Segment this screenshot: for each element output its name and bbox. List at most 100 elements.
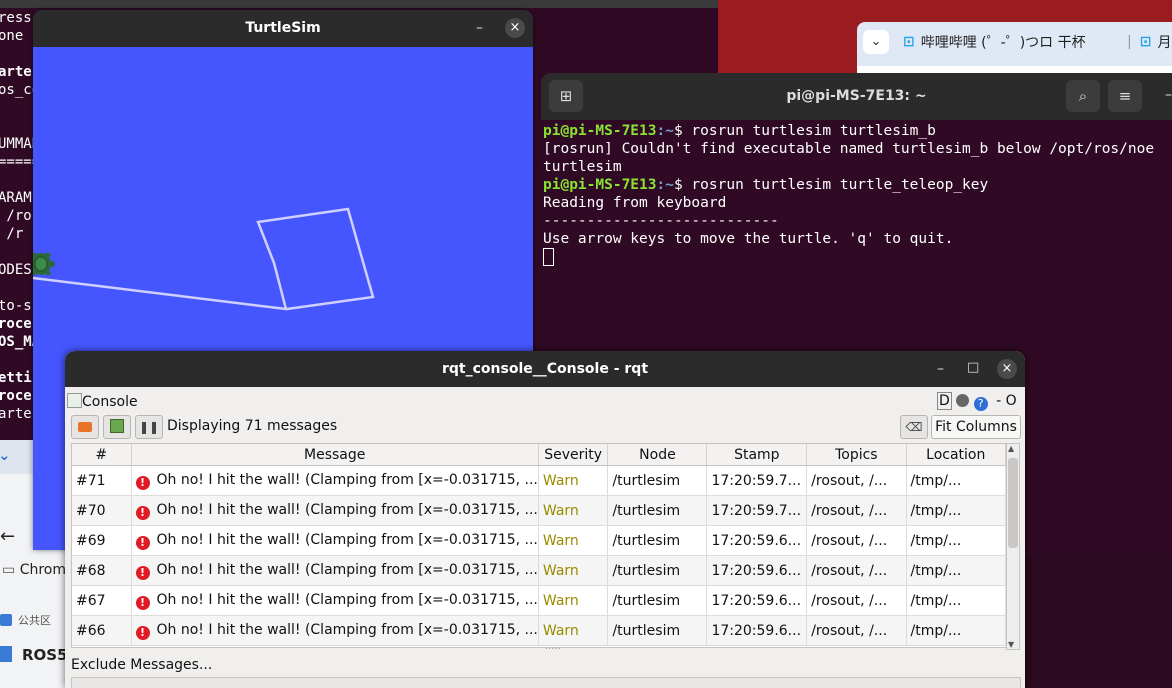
warning-icon: !: [135, 565, 150, 580]
chevron-down-icon[interactable]: ⌄: [863, 30, 889, 54]
cell-severity: Warn: [538, 495, 609, 526]
cell-message: ! Oh no! I hit the wall! (Clamping from […: [131, 585, 539, 616]
search-icon[interactable]: ⌕: [1066, 80, 1100, 112]
cell-severity: Warn: [538, 525, 609, 556]
chevron-down-icon[interactable]: ⌄: [0, 446, 11, 464]
bookmark-label: Chrom: [19, 562, 66, 578]
terminal-line: turtlesim: [543, 159, 622, 175]
cell-topics: /rosout, /...: [806, 555, 907, 586]
minimize-icon[interactable]: –: [476, 20, 483, 36]
terminal-line: Use arrow keys to move the turtle. 'q' t…: [543, 231, 954, 247]
prompt-text: pi@pi-MS-7E13: [543, 177, 657, 193]
cell-number: #66: [72, 615, 132, 646]
turtlesim-title: TurtleSim: [33, 10, 533, 47]
close-icon[interactable]: ×: [997, 359, 1017, 379]
warning-icon: !: [135, 625, 150, 640]
save-icon[interactable]: [103, 415, 131, 439]
cell-topics: /rosout, /...: [806, 525, 907, 556]
minimize-icon[interactable]: –: [937, 361, 944, 377]
table-row[interactable]: #66! Oh no! I hit the wall! (Clamping fro…: [72, 615, 1006, 646]
cell-stamp: 17:20:59.6...: [706, 615, 808, 646]
table-row[interactable]: #68! Oh no! I hit the wall! (Clamping fro…: [72, 555, 1006, 586]
blue-square-icon: [0, 614, 12, 626]
browser-tab-label: 月: [1157, 35, 1172, 51]
help-icon[interactable]: ?: [973, 397, 988, 411]
table-row[interactable]: #70! Oh no! I hit the wall! (Clamping fro…: [72, 495, 1006, 526]
column-header[interactable]: Severity: [538, 444, 609, 466]
cell-node: /turtlesim: [607, 465, 708, 496]
scrollbar-thumb[interactable]: [1008, 458, 1018, 548]
minimize-icon[interactable]: –: [1165, 87, 1172, 103]
cell-location: /tmp/...: [906, 615, 1006, 646]
bookmark-item[interactable]: ▭ Chrom: [2, 562, 66, 578]
cell-number: #67: [72, 585, 132, 616]
bilibili-icon: ⊡: [1139, 34, 1152, 50]
column-header[interactable]: #: [72, 444, 132, 466]
menu-icon[interactable]: ≡: [1108, 80, 1142, 112]
maximize-icon[interactable]: □: [967, 360, 979, 375]
table-row[interactable]: #69! Oh no! I hit the wall! (Clamping fro…: [72, 525, 1006, 556]
cell-number: #68: [72, 555, 132, 586]
scroll-down-icon[interactable]: ▼: [1008, 640, 1014, 649]
cell-severity: Warn: [538, 585, 609, 616]
scroll-up-icon[interactable]: ▲: [1008, 444, 1014, 453]
turtle-path: [33, 207, 375, 311]
exclude-messages-label: Exclude Messages...: [71, 657, 213, 673]
splitter-handle[interactable]: ·····: [545, 644, 561, 655]
fit-columns-button[interactable]: Fit Columns: [931, 415, 1021, 439]
close-icon[interactable]: ×: [505, 18, 525, 38]
column-header[interactable]: Message: [131, 444, 539, 466]
terminal-line: /r: [0, 226, 24, 242]
clear-icon[interactable]: ⌫: [900, 415, 928, 439]
prompt-text: pi@pi-MS-7E13: [543, 123, 657, 139]
warning-icon: !: [135, 475, 150, 490]
cell-location: /tmp/...: [906, 465, 1006, 496]
cell-stamp: 17:20:59.6...: [706, 555, 808, 586]
cell-stamp: 17:20:59.7...: [706, 465, 808, 496]
cell-stamp: 17:20:59.7...: [706, 495, 808, 526]
terminal-line: arte: [0, 64, 32, 80]
terminal-line: /ro: [0, 208, 32, 224]
cell-stamp: 17:20:59.6...: [706, 585, 808, 616]
rqt-console-window[interactable]: rqt_console__Console - rqt – □ × Console…: [65, 351, 1025, 688]
exclude-filter-area[interactable]: [71, 677, 1021, 688]
terminal-line: [rosrun] Couldn't find executable named …: [543, 141, 1155, 157]
browser-tab-bilibili[interactable]: ⊡ 哔哩哔哩 (゜-゜)つロ 干杯: [903, 28, 1086, 56]
column-header[interactable]: Location: [906, 444, 1006, 466]
terminal-line: etti: [0, 370, 32, 386]
terminal-line: pi@pi-MS-7E13:~$ rosrun turtlesim turtle…: [543, 122, 1154, 140]
pause-icon[interactable]: ❚❚: [135, 415, 163, 439]
column-header[interactable]: Node: [607, 444, 708, 466]
terminal-output[interactable]: pi@pi-MS-7E13:~$ rosrun turtlesim turtle…: [543, 122, 1154, 268]
table-row[interactable]: #67! Oh no! I hit the wall! (Clamping fro…: [72, 585, 1006, 616]
turtle-icon: [33, 252, 55, 276]
column-header[interactable]: Topics: [806, 444, 907, 466]
terminal-line: ODES: [0, 262, 32, 278]
browser-tab-second[interactable]: | ⊡ 月: [1127, 28, 1171, 56]
cell-node: /turtlesim: [607, 525, 708, 556]
plugin-controls[interactable]: D ? - O: [937, 392, 1017, 411]
cell-topics: /rosout, /...: [806, 615, 907, 646]
message-table[interactable]: # Message Severity Node Stamp Topics Loc…: [71, 443, 1007, 648]
terminal-line: ---------------------------: [543, 213, 779, 229]
folder-icon: ▭: [2, 562, 16, 578]
cell-severity: Warn: [538, 615, 609, 646]
cell-number: #69: [72, 525, 132, 556]
cell-node: /turtlesim: [607, 585, 708, 616]
back-arrow-icon[interactable]: ←: [0, 526, 15, 547]
open-icon[interactable]: [71, 415, 99, 439]
cell-message: ! Oh no! I hit the wall! (Clamping from […: [131, 465, 539, 496]
cell-location: /tmp/...: [906, 525, 1006, 556]
column-header[interactable]: Stamp: [706, 444, 808, 466]
vertical-scrollbar[interactable]: ▲ ▼: [1006, 443, 1020, 650]
cell-topics: /rosout, /...: [806, 495, 907, 526]
message-count: Displaying 71 messages: [167, 418, 338, 434]
cell-topics: /rosout, /...: [806, 465, 907, 496]
cell-topics: /rosout, /...: [806, 585, 907, 616]
cell-location: /tmp/...: [906, 495, 1006, 526]
terminal-titlebar[interactable]: ⊞ pi@pi-MS-7E13: ~ ⌕ ≡ –: [541, 73, 1172, 120]
table-row[interactable]: #71! Oh no! I hit the wall! (Clamping fro…: [72, 465, 1006, 496]
terminal-line: pi@pi-MS-7E13:~$ rosrun turtlesim turtle…: [543, 176, 1154, 194]
gear-icon[interactable]: [956, 394, 970, 407]
breadcrumb: 公共区: [0, 612, 51, 628]
